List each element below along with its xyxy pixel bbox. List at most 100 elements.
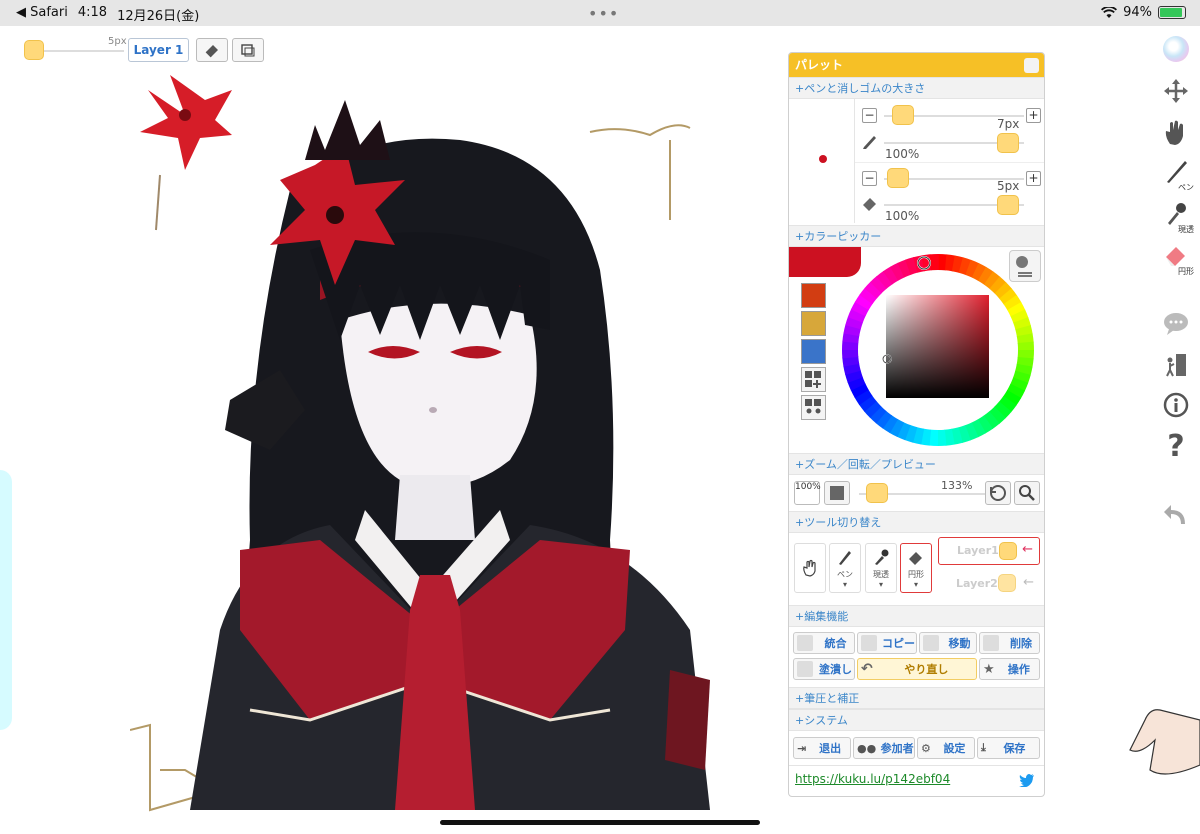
layer-row-1[interactable]: Layer1 ←: [938, 537, 1040, 565]
section-system[interactable]: +システム: [789, 709, 1044, 731]
color-orb-button[interactable]: [1156, 36, 1196, 62]
pen-opacity-knob[interactable]: [997, 133, 1019, 153]
color-swatch[interactable]: [801, 339, 826, 364]
hue-segment: [929, 254, 939, 271]
move-tool-button[interactable]: [1156, 78, 1196, 108]
section-pressure[interactable]: +筆圧と補正: [789, 687, 1044, 709]
redo-button[interactable]: ↶ やり直し: [857, 658, 977, 680]
delete-button[interactable]: 削除: [979, 632, 1040, 654]
section-pen-size[interactable]: +ペンと消しゴムの大きさ: [789, 77, 1044, 99]
wifi-icon: [1101, 6, 1118, 18]
eraser-tool-icon: [909, 552, 922, 565]
drawing-canvas[interactable]: [130, 70, 740, 820]
slider-knob[interactable]: [24, 40, 44, 60]
back-to-safari-link[interactable]: ◀ Safari: [16, 5, 68, 24]
help-question-icon[interactable]: ?: [1156, 432, 1196, 462]
color-orb-icon: [1163, 36, 1189, 62]
fit-screen-button[interactable]: [824, 481, 850, 505]
palette-header[interactable]: パレット: [789, 53, 1044, 77]
pen-size-knob[interactable]: [892, 105, 914, 125]
pen-tool-icon: [839, 551, 851, 565]
sidebar-eraser-label: 円形: [1178, 267, 1194, 276]
tool-hand[interactable]: [794, 543, 826, 593]
pen-tool-button[interactable]: ペン: [1156, 158, 1196, 192]
sidebar-pen-label: ペン: [1178, 183, 1194, 192]
brush-size-slider[interactable]: 5px: [22, 36, 127, 62]
transform-button[interactable]: [232, 38, 264, 62]
grid-users-icon: [805, 399, 821, 414]
home-indicator: [440, 820, 760, 825]
layer-2-label: Layer2: [956, 577, 998, 590]
zoom-100-button[interactable]: 100%: [794, 481, 821, 505]
brush-size-value: 5px: [108, 36, 127, 47]
color-picker-mode-button[interactable]: [1009, 250, 1041, 282]
eraser-toggle-button[interactable]: [196, 38, 228, 62]
tool-pen[interactable]: ペン ▾: [829, 543, 861, 593]
tool-dropper-label: 現透: [873, 570, 889, 579]
palette-collapse-toggle[interactable]: [1024, 58, 1039, 73]
pen-size-plus-button[interactable]: +: [1026, 108, 1041, 123]
add-swatch-button[interactable]: [801, 367, 826, 392]
operate-button[interactable]: ★ 操作: [979, 658, 1040, 680]
exit-room-button[interactable]: [1156, 352, 1196, 382]
eraser-size-minus-button[interactable]: −: [862, 171, 877, 186]
rotate-reset-button[interactable]: [985, 481, 1011, 505]
eraser-opacity-knob[interactable]: [997, 195, 1019, 215]
section-tool-switch[interactable]: +ツール切り替え: [789, 511, 1044, 533]
rotate-icon: [990, 485, 1006, 501]
color-wheel[interactable]: [841, 253, 1035, 447]
settings-button[interactable]: ⚙ 設定: [917, 737, 975, 759]
chat-button[interactable]: [1156, 312, 1196, 340]
section-zoom[interactable]: +ズーム／回転／プレビュー: [789, 453, 1044, 475]
ios-status-bar: ◀ Safari 4:18 12月26日(金) ••• 94%: [0, 0, 1200, 26]
fill-button[interactable]: 塗潰し: [793, 658, 855, 680]
hand-tool-button[interactable]: [1156, 118, 1196, 150]
eraser-size-knob[interactable]: [887, 168, 909, 188]
layer-button[interactable]: Layer 1: [128, 38, 189, 62]
cursor-highlight-left: [0, 470, 12, 730]
layer-row-2[interactable]: Layer2 ←: [938, 571, 1040, 597]
armband: [665, 670, 710, 770]
room-link[interactable]: https://kuku.lu/p142ebf04: [795, 772, 950, 786]
eraser-tool-button[interactable]: 円形: [1156, 242, 1196, 276]
tool-eraser[interactable]: 円形 ▾: [900, 543, 932, 593]
pen-icon: [863, 136, 876, 149]
layer-2-opacity-knob[interactable]: [998, 574, 1016, 592]
zoom-knob[interactable]: [866, 483, 888, 503]
link-row: https://kuku.lu/p142ebf04: [789, 765, 1044, 793]
pen-size-minus-button[interactable]: −: [862, 108, 877, 123]
tool-eraser-label: 円形: [908, 570, 924, 579]
section-edit[interactable]: +編集機能: [789, 605, 1044, 627]
layer-1-opacity-knob[interactable]: [999, 542, 1017, 560]
grid-plus-icon: [805, 371, 821, 388]
dropper-tool-button[interactable]: 現透: [1156, 200, 1196, 234]
layer-1-label: Layer1: [957, 544, 999, 557]
info-button[interactable]: [1156, 392, 1196, 422]
move-icon: [923, 635, 939, 651]
participants-button[interactable]: ●● 参加者: [853, 737, 915, 759]
other-user-hand-cursor: [1129, 709, 1200, 775]
twitter-icon[interactable]: [1019, 773, 1035, 787]
undo-button[interactable]: [1156, 502, 1196, 530]
red-flower-sketch: [140, 75, 232, 231]
download-icon: ⤓: [981, 741, 986, 754]
zoom-area: 100% 133%: [789, 475, 1044, 511]
preview-button[interactable]: [1014, 481, 1040, 505]
exit-button[interactable]: ⇥ 退出: [793, 737, 851, 759]
save-button[interactable]: ⤓ 保存: [977, 737, 1040, 759]
eraser-size-value: 5px: [997, 179, 1020, 193]
section-color-picker[interactable]: +カラーピッカー: [789, 225, 1044, 247]
chevron-down-icon: ▾: [842, 580, 847, 589]
color-swatch[interactable]: [801, 311, 826, 336]
move-button[interactable]: 移動: [919, 632, 977, 654]
swap-color-icon: [1016, 256, 1032, 277]
eraser-icon: [205, 45, 218, 58]
copy-button[interactable]: コピー: [857, 632, 917, 654]
shared-swatch-button[interactable]: [801, 395, 826, 420]
multitask-dots-icon[interactable]: •••: [588, 4, 619, 23]
eraser-size-plus-button[interactable]: +: [1026, 171, 1041, 186]
eraser-icon: [863, 198, 876, 211]
tool-dropper[interactable]: 現透 ▾: [865, 543, 897, 593]
merge-button[interactable]: 統合: [793, 632, 855, 654]
color-swatch[interactable]: [801, 283, 826, 308]
